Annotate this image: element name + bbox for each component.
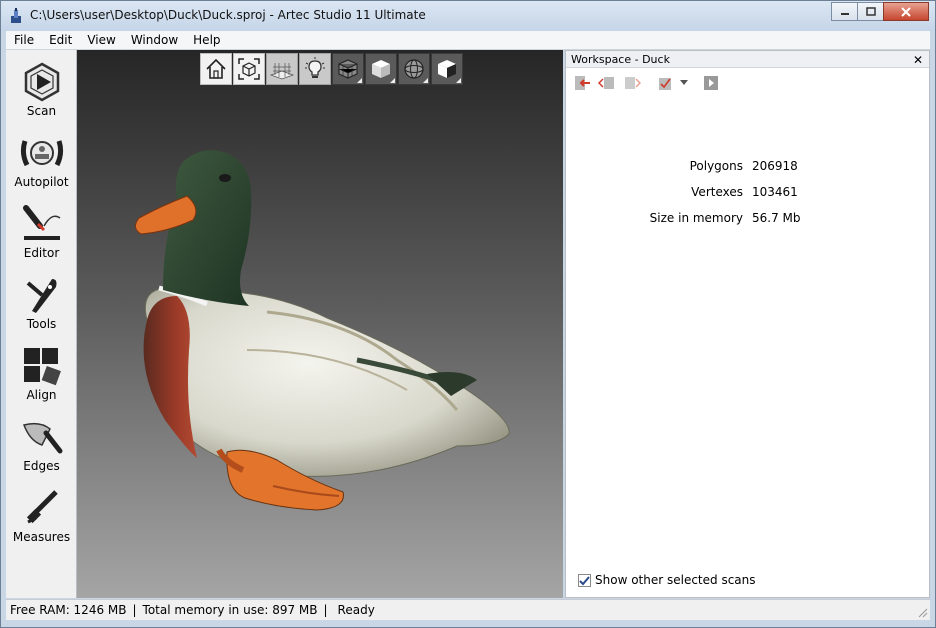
editor-label: Editor (23, 246, 60, 260)
menu-help[interactable]: Help (185, 31, 227, 49)
minimize-button[interactable] (831, 2, 858, 21)
stat-label: Vertexes (691, 185, 743, 199)
workspace-title: Workspace - Duck (571, 53, 670, 66)
title-bar[interactable]: C:\Users\user\Desktop\Duck\Duck.sproj - … (1, 1, 935, 31)
measures-tool-button[interactable]: Measures (6, 488, 77, 559)
scan-label: Scan (26, 104, 57, 118)
show-other-label: Show other selected scans (595, 573, 756, 587)
3d-viewport[interactable] (77, 50, 563, 598)
stat-label: Polygons (689, 159, 743, 173)
maximize-button[interactable] (857, 2, 884, 21)
play-icon (704, 76, 718, 90)
checked-box-icon (659, 78, 671, 90)
maximize-icon (865, 7, 876, 16)
app-window: C:\Users\user\Desktop\Duck\Duck.sproj - … (0, 0, 936, 628)
stat-value: 103461 (752, 185, 798, 199)
status-separator: | (132, 603, 137, 617)
artec-app-icon (11, 8, 21, 23)
scan-icon (24, 62, 59, 102)
show-other-checkbox[interactable] (578, 573, 591, 587)
align-icon (23, 348, 61, 386)
menu-bar: File Edit View Window Help (6, 31, 930, 50)
total-memory-status: Total memory in use: 897 MB (142, 603, 318, 617)
import-icon (575, 76, 590, 90)
free-ram-status: Free RAM: 1246 MB (10, 603, 127, 617)
edges-tool-button[interactable]: Edges (6, 417, 77, 488)
window-controls (831, 2, 929, 22)
ready-status: Ready (337, 603, 375, 617)
stat-value: 206918 (752, 159, 798, 173)
play-button[interactable] (700, 74, 722, 92)
select-scans-dropdown[interactable] (679, 74, 689, 92)
previous-icon (598, 77, 614, 89)
status-bar: Free RAM: 1246 MB | Total memory in use:… (6, 599, 930, 620)
minimize-icon (840, 12, 849, 15)
next-icon (625, 77, 641, 89)
tools-label: Tools (26, 317, 57, 331)
autopilot-label: Autopilot (14, 175, 69, 189)
stat-row-size: Size in memory 56.7 Mb (566, 211, 929, 227)
stat-value: 56.7 Mb (752, 211, 801, 225)
menu-window[interactable]: Window (123, 31, 185, 49)
menu-view[interactable]: View (79, 31, 122, 49)
tools-tool-button[interactable]: Tools (6, 275, 77, 346)
menu-file[interactable]: File (6, 31, 41, 49)
select-scans-button[interactable] (654, 74, 676, 92)
autopilot-icon (20, 140, 63, 167)
next-scan-button[interactable] (621, 74, 643, 92)
editor-icon (22, 205, 60, 240)
align-label: Align (26, 388, 57, 402)
tools-icon (26, 279, 56, 313)
close-icon (901, 6, 911, 17)
import-scan-button[interactable] (571, 74, 593, 92)
status-separator: | (323, 603, 328, 617)
align-tool-button[interactable]: Align (6, 346, 77, 417)
workspace-header: Workspace - Duck ✕ (566, 51, 929, 68)
edges-label: Edges (23, 459, 60, 473)
workspace-panel: Workspace - Duck ✕ Polygons 206918 Verte… (565, 50, 930, 598)
duck-3d-model[interactable] (77, 50, 563, 598)
tool-panel: Scan Autopilot Editor Tools Align Edges … (6, 50, 77, 598)
chevron-down-icon (680, 80, 688, 85)
stat-label: Size in memory (649, 211, 743, 225)
checkmark-icon (579, 575, 590, 585)
close-button[interactable] (883, 2, 929, 21)
menu-edit[interactable]: Edit (41, 31, 79, 49)
stat-row-polygons: Polygons 206918 (566, 159, 929, 175)
scan-tool-button[interactable]: Scan (6, 62, 77, 133)
workspace-close-button[interactable]: ✕ (913, 53, 923, 67)
resize-grip-icon[interactable] (916, 606, 928, 618)
edges-icon (22, 422, 62, 454)
editor-tool-button[interactable]: Editor (6, 204, 77, 275)
window-title: C:\Users\user\Desktop\Duck\Duck.sproj - … (30, 8, 426, 22)
stat-row-vertexes: Vertexes 103461 (566, 185, 929, 201)
previous-scan-button[interactable] (596, 74, 618, 92)
measures-icon (26, 490, 58, 524)
show-other-scans-toggle[interactable]: Show other selected scans (578, 573, 756, 587)
workspace-toolbar (571, 73, 725, 93)
measures-label: Measures (12, 530, 71, 544)
autopilot-tool-button[interactable]: Autopilot (6, 133, 77, 204)
